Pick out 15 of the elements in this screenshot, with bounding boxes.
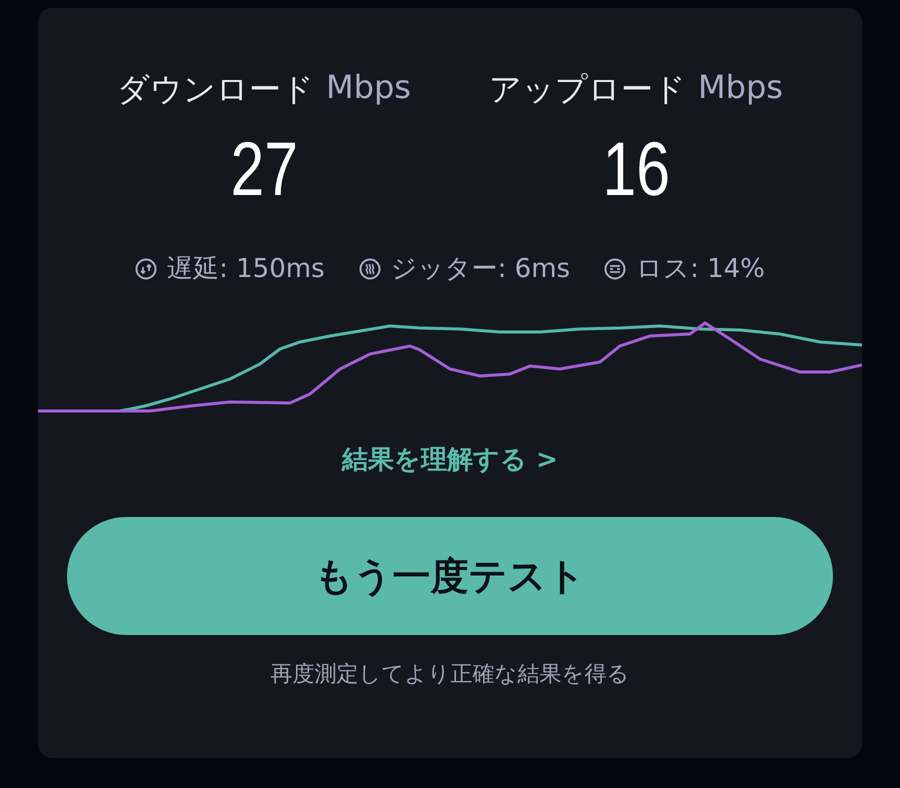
jitter-icon xyxy=(358,258,381,280)
test-again-button[interactable]: もう一度テスト xyxy=(67,517,833,635)
metric-label: ダウンロード xyxy=(117,69,314,110)
loss-icon xyxy=(604,258,626,280)
stat-text: ロス: 14% xyxy=(636,253,765,286)
understand-results-link[interactable]: 結果を理解する > xyxy=(342,442,558,477)
stat-text: ジッター: 6ms xyxy=(390,253,570,286)
unit-label: Mbps xyxy=(326,68,411,108)
metric-label: アップロード xyxy=(489,69,686,110)
footnote-text: 再度測定してより正確な結果を得る xyxy=(270,661,630,689)
speed-value: 16 xyxy=(602,126,670,213)
latency-icon xyxy=(135,258,158,280)
speed-value: 27 xyxy=(230,126,298,213)
stat-text: 遅延: 150ms xyxy=(167,253,325,286)
unit-label: Mbps xyxy=(698,68,783,108)
